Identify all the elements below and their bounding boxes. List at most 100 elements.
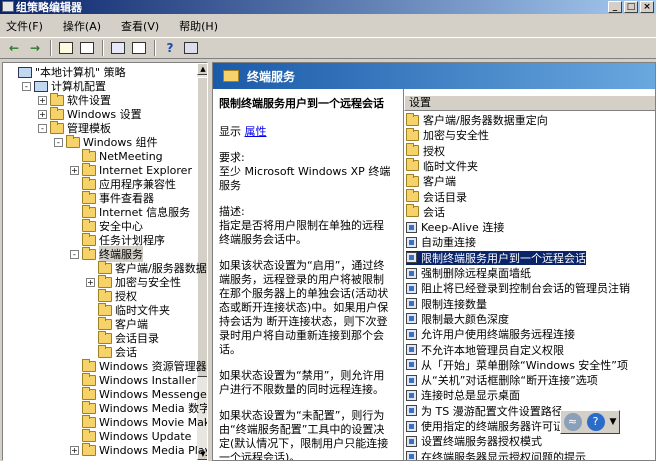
list-item[interactable]: 会话目录 [406, 189, 467, 204]
list-item[interactable]: 限制连接数量 [406, 297, 487, 311]
properties-link[interactable]: 属性 [245, 125, 267, 138]
tree-item[interactable]: "本地计算机" 策略 [6, 65, 126, 79]
folder-icon [82, 190, 96, 204]
list-item[interactable]: 在终端服务器显示授权问题的提示 [406, 450, 586, 460]
tree-item[interactable]: Windows Media 数字权 [70, 400, 207, 415]
folder-icon [82, 358, 96, 372]
expand-icon[interactable]: + [86, 277, 95, 287]
tree-item[interactable]: + 软件设置 [38, 92, 111, 107]
minimize-button[interactable]: _ [608, 1, 622, 13]
tree-item[interactable]: + 加密与安全性 [86, 274, 181, 289]
list-item[interactable]: 强制删除远程桌面墙纸 [406, 266, 531, 280]
tree-item[interactable]: 任务计划程序 [70, 232, 165, 247]
list-item[interactable]: 从「开始」菜单删除“Windows 安全性”项 [406, 358, 628, 372]
list-item-label: 允许用户使用终端服务远程连接 [421, 328, 575, 342]
tree-item[interactable]: Windows Update [70, 428, 192, 443]
list-item[interactable]: 不允许本地管理员自定义权限 [406, 343, 564, 357]
list-item-label: 阻止将已经登录到控制台会话的管理员注销 [421, 282, 630, 296]
properties-button[interactable] [108, 39, 128, 57]
tree-item[interactable]: + Windows 设置 [38, 106, 142, 121]
computer-icon [34, 80, 48, 92]
requirements-text: 至少 Microsoft Windows XP 终端服务 [219, 165, 391, 192]
tree-item[interactable]: Internet 信息服务 [70, 204, 190, 219]
maximize-button[interactable]: □ [624, 1, 638, 13]
close-button[interactable]: × [640, 1, 654, 13]
list-item[interactable]: 连接时总是显示桌面 [406, 388, 520, 402]
menu-view[interactable]: 查看(V) [121, 18, 159, 34]
tree-item[interactable]: Windows 资源管理器 [70, 358, 207, 373]
expand-icon[interactable]: + [70, 445, 79, 455]
list-item[interactable]: 会话 [406, 204, 445, 219]
back-button[interactable]: ← [4, 39, 24, 57]
up-level-button[interactable] [56, 39, 76, 57]
tree-pane-icon [80, 42, 94, 54]
tree-item[interactable]: Windows Movie Maker [70, 414, 207, 429]
tree-pane[interactable]: ▲ ▼ "本地计算机" 策略 - 计算机配置 + 软件设置 + Windows 设置 - 管理模… [2, 62, 208, 461]
tree-item[interactable]: NetMeeting [70, 148, 163, 163]
menu-action[interactable]: 操作(A) [63, 18, 101, 34]
expand-icon[interactable]: + [38, 109, 47, 119]
help-button[interactable]: ? [160, 39, 180, 57]
list-item[interactable]: 自动重连接 [406, 235, 476, 249]
network-icon[interactable]: ≈ [563, 413, 582, 431]
tree-item-label: Windows 组件 [83, 136, 158, 149]
setting-icon [406, 313, 417, 325]
tree-item[interactable]: 安全中心 [70, 218, 143, 233]
tree-item[interactable]: 会话 [86, 344, 137, 359]
tree-item[interactable]: + Windows Media Player [70, 442, 207, 457]
list-item[interactable]: 阻止将已经登录到控制台会话的管理员注销 [406, 281, 630, 295]
setting-icon [406, 405, 417, 417]
tree-item[interactable]: - Windows 组件 [54, 134, 158, 149]
expand-icon[interactable]: + [38, 95, 47, 105]
list-item[interactable]: Keep-Alive 连接 [406, 220, 504, 234]
tree-item[interactable]: 事件查看器 [70, 190, 154, 205]
collapse-icon[interactable]: - [38, 123, 47, 133]
list-item[interactable]: 客户端/服务器数据重定向 [406, 112, 548, 127]
tree-item[interactable]: 授权 [86, 288, 137, 303]
collapse-icon[interactable]: - [22, 81, 31, 91]
collapse-icon[interactable]: - [70, 249, 79, 259]
show-hide-tree-button[interactable] [77, 39, 97, 57]
list-item[interactable]: 授权 [406, 143, 445, 158]
list-item[interactable]: 设置终端服务器授权模式 [406, 434, 542, 448]
menu-file[interactable]: 文件(F) [6, 18, 43, 34]
forward-button[interactable]: → [25, 39, 45, 57]
view-button[interactable] [181, 39, 201, 57]
folder-icon [98, 260, 112, 274]
tree-item[interactable]: Windows Messenger [70, 386, 207, 401]
list-item[interactable]: 临时文件夹 [406, 158, 478, 173]
expand-icon[interactable]: + [70, 165, 79, 175]
list-item[interactable]: 为 TS 漫游配置文件设置路径 [406, 404, 563, 418]
list-item[interactable]: 限制终端服务用户到一个远程会话 [406, 250, 586, 265]
export-list-button[interactable] [129, 39, 149, 57]
list-item[interactable]: 限制最大颜色深度 [406, 312, 509, 326]
tree-item[interactable]: - 计算机配置 [22, 79, 106, 93]
scroll-thumb[interactable] [197, 77, 207, 377]
tree-item[interactable]: + Internet Explorer [70, 162, 192, 177]
scroll-up-arrow-icon[interactable]: ▲ [197, 63, 207, 75]
settings-list[interactable]: 设置 客户端/服务器数据重定向 加密与安全性 授权 临时文件夹 客户端 会话目录 会话 Kee… [403, 89, 655, 460]
menu-help[interactable]: 帮助(H) [179, 18, 218, 34]
list-item[interactable]: 从“关机”对话框删除“断开连接”选项 [406, 373, 598, 387]
tree-item[interactable]: 应用程序兼容性 [70, 176, 176, 191]
list-item[interactable]: 客户端 [406, 173, 456, 188]
tree-item-label: Windows Movie Maker [99, 415, 207, 429]
tree-item-label: Windows Update [99, 429, 192, 443]
list-item[interactable]: 允许用户使用终端服务远程连接 [406, 327, 575, 341]
setting-icon [406, 435, 417, 447]
tree-item[interactable]: 客户端 [86, 316, 148, 331]
tree-item[interactable]: 会话目录 [86, 330, 159, 345]
tree-item[interactable]: - 管理模板 [38, 120, 111, 135]
help-circle-icon[interactable]: ? [586, 413, 605, 431]
tree-item[interactable]: 临时文件夹 [86, 302, 170, 317]
collapse-icon[interactable]: - [54, 137, 63, 147]
list-item[interactable]: 加密与安全性 [406, 127, 489, 142]
tree-item[interactable]: - 终端服务 [70, 246, 143, 262]
list-item-label: 会话 [423, 205, 445, 219]
tree-item[interactable]: 客户端/服务器数据 [86, 260, 207, 275]
column-header-setting[interactable]: 设置 [404, 95, 655, 111]
tree-item[interactable]: Windows Installer [70, 372, 196, 387]
description-enabled: 如果该状态设置为“启用”，通过终端服务，远程登录的用户将被限制在那个服务器上的单… [219, 259, 389, 356]
dropdown-arrow-icon[interactable]: ▼ [610, 417, 617, 427]
view-icon [184, 42, 198, 54]
